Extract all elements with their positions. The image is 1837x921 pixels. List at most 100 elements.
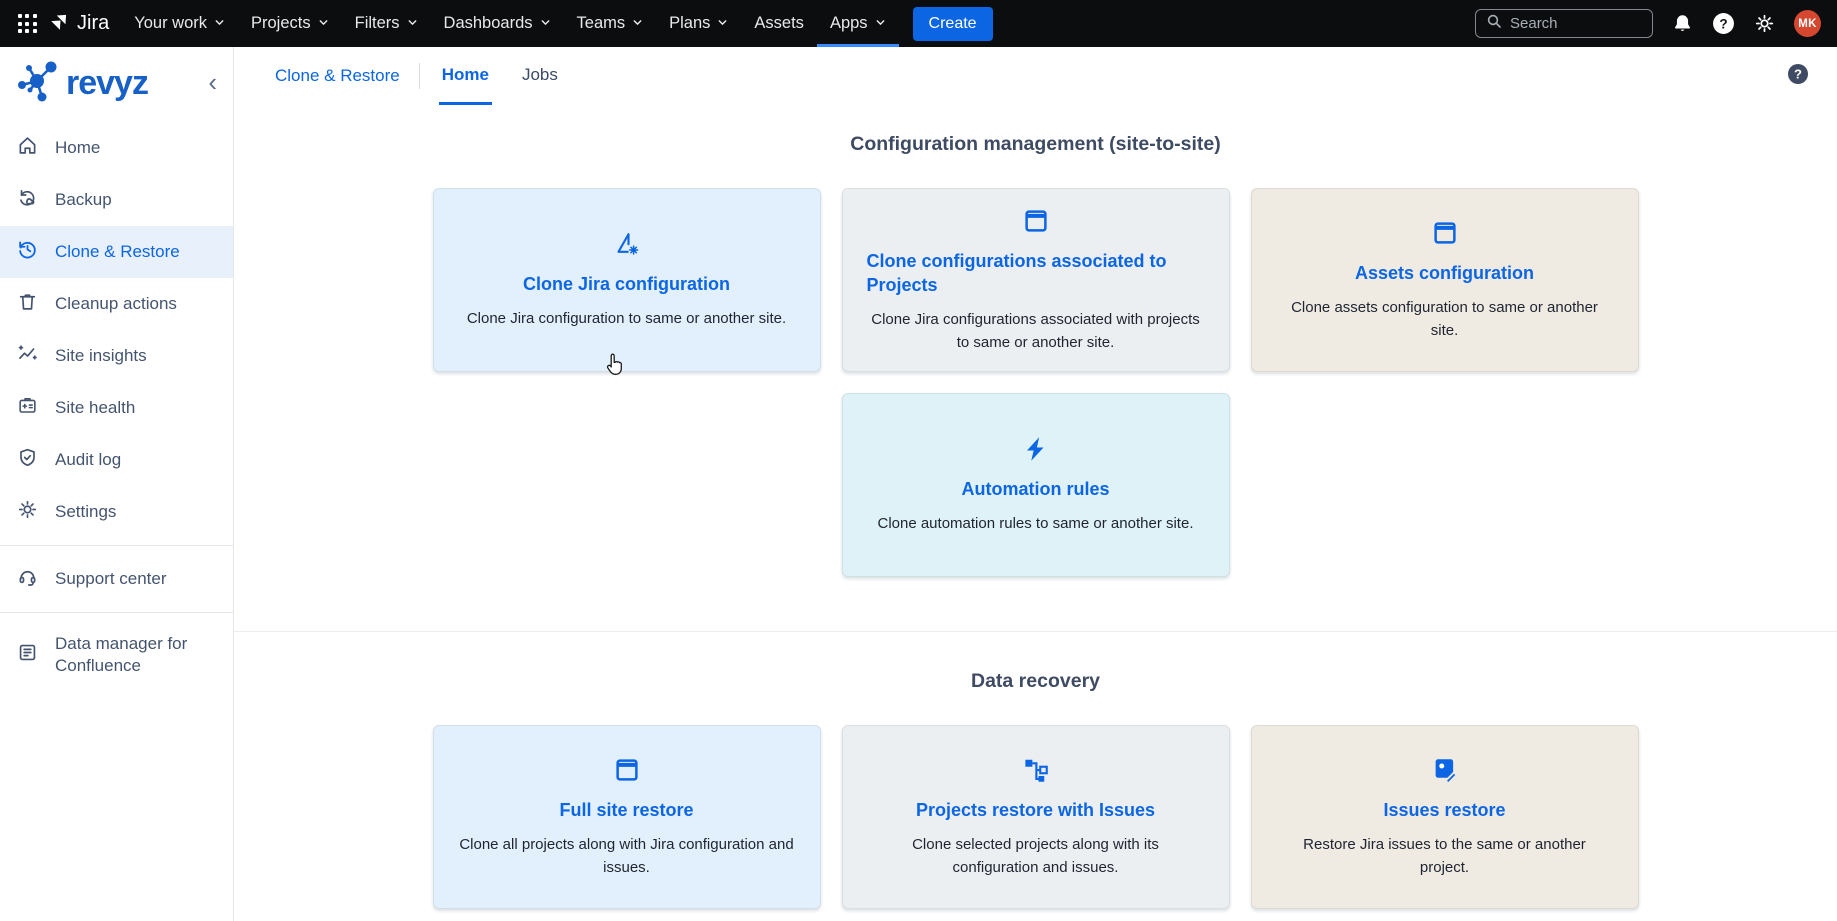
- sidebar-divider: [0, 612, 233, 613]
- jira-top-bar: Jira Your work Projects Filters Dashboards T…: [0, 0, 1837, 47]
- insights-icon: [17, 343, 38, 369]
- card-description: Clone Jira configurations associated wit…: [868, 309, 1203, 354]
- topbar-menu-dashboards[interactable]: Dashboards: [431, 0, 564, 47]
- search-input[interactable]: [1510, 15, 1642, 32]
- card-description: Clone automation rules to same or anothe…: [877, 513, 1193, 536]
- sidebar-item-label: Home: [55, 137, 100, 159]
- card-description: Clone assets configuration to same or an…: [1277, 297, 1612, 342]
- trash-icon: [17, 291, 38, 317]
- lightning-icon: [1021, 434, 1051, 464]
- topbar-menu-label: Dashboards: [444, 14, 533, 33]
- sitemap-icon: [1021, 755, 1051, 785]
- topbar-menu-teams[interactable]: Teams: [564, 0, 657, 47]
- notifications-bell-icon[interactable]: [1672, 13, 1693, 34]
- section-data-recovery: Data recovery Full site restoreClone all …: [234, 631, 1837, 909]
- card-title: Projects restore with Issues: [916, 798, 1155, 822]
- topbar-menu-label: Assets: [754, 14, 804, 33]
- chevron-down-icon: [540, 14, 551, 33]
- search-box[interactable]: [1475, 9, 1653, 38]
- svg-text:?: ?: [1794, 66, 1802, 81]
- card-automation-rules[interactable]: Automation rules Clone automation rules t…: [842, 393, 1230, 577]
- brand-row: revyz ‹: [0, 47, 233, 118]
- sidebar-item-label: Settings: [55, 501, 116, 523]
- topbar-menu-label: Your work: [134, 14, 207, 33]
- section-configuration-management: Configuration management (site-to-site) C…: [234, 133, 1837, 577]
- browser-window-icon: [1021, 206, 1051, 236]
- sidebar-item-home[interactable]: Home: [0, 122, 233, 174]
- card-description: Clone Jira configuration to same or anot…: [467, 308, 786, 331]
- card-title: Automation rules: [961, 477, 1109, 501]
- gear-icon: [17, 499, 38, 525]
- user-avatar[interactable]: MK: [1794, 10, 1821, 37]
- sidebar-item-label: Cleanup actions: [55, 293, 177, 315]
- page-help-icon[interactable]: ?: [1787, 63, 1809, 90]
- sidebar-item-audit-log[interactable]: Audit log: [0, 434, 233, 486]
- sidebar-item-site-insights[interactable]: Site insights: [0, 330, 233, 382]
- sidebar-item-settings[interactable]: Settings: [0, 486, 233, 538]
- sidebar-item-site-health[interactable]: Site health: [0, 382, 233, 434]
- topbar-menu-apps[interactable]: Apps: [817, 0, 899, 47]
- card-description: Clone selected projects along with its c…: [868, 834, 1203, 879]
- browser-window-icon: [612, 755, 642, 785]
- topbar-nav: Your work Projects Filters Dashboards Teams P…: [121, 0, 898, 47]
- create-button[interactable]: Create: [913, 7, 993, 41]
- app-switcher-icon[interactable]: [10, 7, 44, 41]
- breadcrumb[interactable]: Clone & Restore: [275, 66, 400, 86]
- section-title: Configuration management (site-to-site): [260, 133, 1811, 156]
- card-clone-jira-configuration[interactable]: Clone Jira configuration Clone Jira confi…: [433, 188, 821, 372]
- jira-logo[interactable]: Jira: [50, 10, 109, 37]
- sidebar-item-backup[interactable]: Backup: [0, 174, 233, 226]
- topbar-menu-assets[interactable]: Assets: [741, 0, 817, 47]
- shield-check-icon: [17, 447, 38, 473]
- topbar-menu-your-work[interactable]: Your work: [121, 0, 238, 47]
- topbar-right: ? MK: [1475, 0, 1821, 47]
- collapse-sidebar-chevron-icon[interactable]: ‹: [202, 69, 227, 99]
- chevron-down-icon: [407, 14, 418, 33]
- chevron-down-icon: [318, 14, 329, 33]
- help-icon[interactable]: ?: [1712, 12, 1735, 35]
- card-issues-restore[interactable]: Issues restoreRestore Jira issues to the…: [1251, 725, 1639, 909]
- sidebar-item-label: Support center: [55, 568, 167, 590]
- sidebar-item-label: Data manager for Confluence: [55, 633, 195, 677]
- tab-home[interactable]: Home: [439, 47, 492, 105]
- topbar-menu-plans[interactable]: Plans: [656, 0, 741, 47]
- document-edit-icon: [1430, 755, 1460, 785]
- revyz-wordmark: revyz: [66, 64, 148, 103]
- sidebar-item-support-center[interactable]: Support center: [0, 553, 233, 605]
- chevron-down-icon: [632, 14, 643, 33]
- cards-grid: Clone Jira configuration Clone Jira confi…: [260, 188, 1811, 577]
- card-title: Clone configurations associated to Proje…: [867, 249, 1205, 298]
- sections-container: Configuration management (site-to-site) C…: [234, 133, 1837, 909]
- topbar-menu-label: Apps: [830, 14, 868, 33]
- tab-jobs[interactable]: Jobs: [519, 47, 561, 105]
- tabs: Home Jobs: [439, 47, 588, 105]
- backup-icon: [17, 187, 38, 213]
- revyz-logo-icon: [14, 57, 64, 110]
- restore-history-icon: [17, 239, 38, 265]
- topbar-menu-label: Projects: [251, 14, 311, 33]
- grid-dots-icon: [18, 14, 37, 33]
- svg-text:?: ?: [1719, 16, 1727, 31]
- sidebar-divider: [0, 545, 233, 546]
- card-projects-restore-with-issues[interactable]: Projects restore with Issues Clone select…: [842, 725, 1230, 909]
- sidebar-item-label: Clone & Restore: [55, 241, 180, 263]
- card-title: Full site restore: [559, 798, 693, 822]
- topbar-menu-filters[interactable]: Filters: [342, 0, 431, 47]
- settings-gear-icon[interactable]: [1754, 13, 1775, 34]
- cards-grid: Full site restoreClone all projects alon…: [260, 725, 1811, 909]
- topbar-menu-label: Teams: [577, 14, 626, 33]
- card-full-site-restore[interactable]: Full site restoreClone all projects alon…: [433, 725, 821, 909]
- topbar-menu-projects[interactable]: Projects: [238, 0, 342, 47]
- sidebar-item-label: Site health: [55, 397, 135, 419]
- card-assets-configuration[interactable]: Assets configurationClone assets configu…: [1251, 188, 1639, 372]
- card-title: Clone Jira configuration: [523, 272, 730, 296]
- health-card-icon: [17, 395, 38, 421]
- revyz-sidebar: revyz ‹ Home Backup Clone & Restore Cleanup…: [0, 47, 234, 921]
- sidebar-item-clone-restore[interactable]: Clone & Restore: [0, 226, 233, 278]
- tab-row: Clone & Restore Home Jobs ?: [234, 47, 1837, 105]
- sidebar-item-cleanup-actions[interactable]: Cleanup actions: [0, 278, 233, 330]
- card-description: Restore Jira issues to the same or anoth…: [1277, 834, 1612, 879]
- sidebar-item-data-manager-confluence[interactable]: Data manager for Confluence: [0, 620, 233, 690]
- section-title: Data recovery: [260, 670, 1811, 693]
- card-clone-configurations-projects[interactable]: Clone configurations associated to Proje…: [842, 188, 1230, 372]
